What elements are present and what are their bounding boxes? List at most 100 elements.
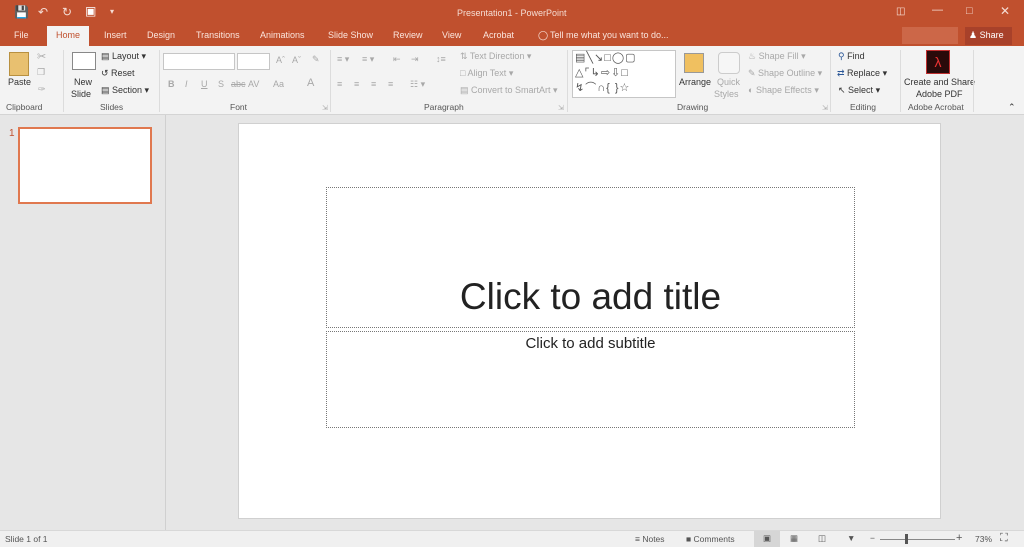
tab-animations[interactable]: Animations	[260, 30, 305, 40]
tab-acrobat[interactable]: Acrobat	[483, 30, 514, 40]
zoom-in-button[interactable]: +	[956, 532, 962, 544]
tell-me-input[interactable]: Tell me what you want to do...	[550, 30, 669, 40]
decrease-font-icon[interactable]: Aˇ	[292, 55, 301, 65]
zoom-slider[interactable]	[880, 539, 955, 540]
arrange-button[interactable]: Arrange	[679, 77, 711, 87]
paste-icon[interactable]	[9, 52, 29, 76]
tab-home[interactable]: Home	[47, 26, 90, 46]
shadow-button[interactable]: S	[218, 79, 224, 89]
tab-view[interactable]: View	[442, 30, 461, 40]
start-slideshow-icon[interactable]: ▣	[85, 4, 96, 18]
reset-icon: ↺	[101, 68, 112, 78]
reading-view-button[interactable]: ◫	[818, 533, 826, 544]
slide-sorter-button[interactable]: ▦	[790, 533, 798, 544]
notes-button[interactable]: ≡ Notes	[635, 534, 665, 544]
line-spacing-icon[interactable]: ↕≡	[436, 54, 446, 64]
title-placeholder[interactable]: Click to add title	[326, 187, 855, 328]
magnifier-icon: ⚲	[838, 51, 848, 61]
normal-view-button[interactable]: ▣	[754, 531, 780, 547]
paste-button[interactable]: Paste	[8, 77, 31, 87]
underline-button[interactable]: U	[201, 79, 208, 89]
font-color-button[interactable]: A	[307, 77, 314, 89]
justify-icon[interactable]: ≡	[388, 79, 393, 89]
align-center-icon[interactable]: ≡	[354, 79, 359, 89]
strikethrough-button[interactable]: abc	[231, 79, 246, 89]
customize-qat-icon[interactable]: ▾	[110, 7, 114, 16]
bullets-icon[interactable]: ≡ ▾	[337, 54, 349, 65]
ribbon-display-icon[interactable]: ◫	[896, 6, 905, 17]
tab-insert[interactable]: Insert	[104, 30, 127, 40]
italic-button[interactable]: I	[185, 79, 188, 89]
zoom-slider-thumb[interactable]	[905, 534, 909, 544]
bold-button[interactable]: B	[168, 79, 175, 89]
group-paragraph: Paragraph	[424, 102, 464, 112]
quick-styles-icon	[718, 52, 740, 74]
new-slide-icon	[72, 52, 96, 70]
paragraph-dialog-launcher-icon[interactable]: ⇲	[558, 104, 564, 112]
find-button[interactable]: ⚲ Find	[838, 51, 865, 62]
tab-slide-show[interactable]: Slide Show	[328, 30, 373, 40]
text-direction-button[interactable]: ⇅ Text Direction ▾	[460, 51, 531, 62]
new-slide-dropdown[interactable]: Slide	[71, 89, 91, 99]
font-size-input[interactable]	[237, 53, 270, 70]
shape-effects-button[interactable]: ◐ Shape Effects ▾	[748, 85, 819, 96]
align-right-icon[interactable]: ≡	[371, 79, 376, 89]
minimize-button[interactable]: —	[932, 4, 943, 16]
comments-button[interactable]: ■ Comments	[686, 534, 735, 544]
create-pdf-button[interactable]: Create and Share	[904, 77, 975, 87]
close-button[interactable]: ✕	[1000, 4, 1010, 18]
maximize-button[interactable]: □	[966, 5, 973, 17]
shape-fill-button[interactable]: ♨ Shape Fill ▾	[748, 51, 806, 62]
section-button[interactable]: ▤ Section ▾	[101, 85, 149, 96]
effects-icon: ◐	[748, 85, 756, 95]
format-painter-icon[interactable]: ✑	[38, 84, 46, 95]
save-icon[interactable]: 💾	[14, 5, 29, 19]
cut-icon[interactable]: ✂	[37, 50, 46, 63]
share-button[interactable]: ♟ Share	[965, 27, 1012, 45]
font-name-input[interactable]	[163, 53, 235, 70]
replace-button[interactable]: ⇄ Replace ▾	[837, 68, 887, 79]
undo-icon[interactable]: ↶	[38, 5, 48, 19]
account-area[interactable]	[902, 27, 958, 44]
group-drawing: Drawing	[677, 102, 709, 112]
drawing-dialog-launcher-icon[interactable]: ⇲	[822, 104, 828, 112]
group-editing: Editing	[850, 102, 876, 112]
tab-file[interactable]: File	[14, 30, 29, 40]
layout-button[interactable]: ▤ Layout ▾	[101, 51, 146, 62]
collapse-ribbon-icon[interactable]: ⌃	[1008, 102, 1016, 113]
convert-smartart-button[interactable]: ▤ Convert to SmartArt ▾	[460, 85, 558, 96]
zoom-out-button[interactable]: −	[870, 533, 875, 543]
decrease-indent-icon[interactable]: ⇤	[393, 54, 401, 65]
ribbon-tabs: File Home Insert Design Transitions Anim…	[0, 26, 1024, 46]
quick-styles-button[interactable]: Quick	[717, 77, 740, 87]
shapes-gallery[interactable]: ▤╲↘□◯▢ △⌜↳⇨⇩□ ↯⌒∩{ }☆	[572, 50, 676, 98]
tab-review[interactable]: Review	[393, 30, 423, 40]
new-slide-button[interactable]: New	[74, 77, 92, 87]
change-case-button[interactable]: Aa	[273, 79, 284, 89]
slide-canvas: Click to add title Click to add subtitle	[238, 123, 941, 519]
clear-formatting-icon[interactable]: ✎	[312, 54, 320, 65]
columns-icon[interactable]: ☷ ▾	[410, 79, 425, 90]
subtitle-placeholder[interactable]: Click to add subtitle	[326, 331, 855, 428]
font-dialog-launcher-icon[interactable]: ⇲	[322, 104, 328, 112]
tab-transitions[interactable]: Transitions	[196, 30, 240, 40]
redo-icon[interactable]: ↻	[62, 5, 72, 19]
reset-button[interactable]: ↺ Reset	[101, 68, 135, 79]
slideshow-view-button[interactable]: ▼	[847, 533, 855, 543]
text-direction-icon: ⇅	[460, 51, 470, 61]
align-text-button[interactable]: □ Align Text ▾	[460, 68, 513, 79]
replace-icon: ⇄	[837, 68, 848, 78]
align-left-icon[interactable]: ≡	[337, 79, 342, 89]
fit-to-window-icon[interactable]: ⛶	[1000, 532, 1008, 545]
shape-outline-button[interactable]: ✎ Shape Outline ▾	[748, 68, 822, 79]
zoom-level[interactable]: 73%	[975, 534, 992, 544]
tab-design[interactable]: Design	[147, 30, 175, 40]
copy-icon[interactable]: ❐	[37, 67, 45, 78]
increase-indent-icon[interactable]: ⇥	[411, 54, 419, 65]
increase-font-icon[interactable]: Aˆ	[276, 55, 285, 65]
section-icon: ▤	[101, 85, 113, 95]
character-spacing-button[interactable]: AV	[248, 79, 259, 89]
numbering-icon[interactable]: ≡ ▾	[362, 54, 374, 65]
slide-thumbnail[interactable]	[18, 127, 152, 204]
select-button[interactable]: ↖ Select ▾	[838, 85, 880, 96]
